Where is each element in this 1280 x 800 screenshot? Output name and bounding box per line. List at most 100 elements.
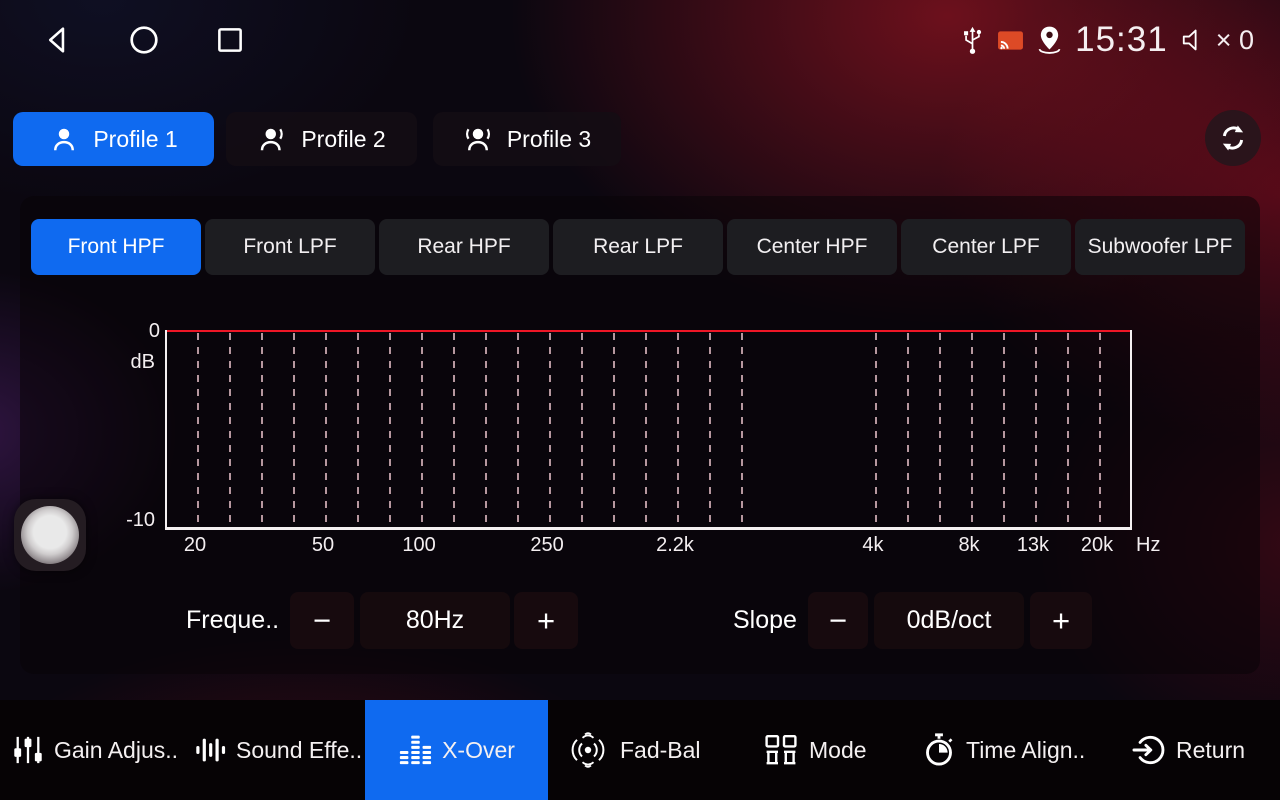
gridline bbox=[613, 333, 615, 527]
xover-equalizer-icon bbox=[398, 734, 432, 766]
frequency-value: 80Hz bbox=[360, 592, 510, 649]
tab-subwoofer-lpf[interactable]: Subwoofer LPF bbox=[1075, 219, 1245, 275]
time-align-stopwatch-icon bbox=[922, 732, 956, 768]
home-icon bbox=[126, 22, 162, 58]
x-tick-labels: 20501002502.2k4k8k13k20k bbox=[165, 534, 1128, 560]
person-2-icon bbox=[257, 124, 287, 154]
x-tick-label: 20 bbox=[184, 534, 206, 557]
profile-2-tab[interactable]: Profile 2 bbox=[226, 112, 417, 166]
gridline bbox=[875, 333, 877, 527]
response-curve bbox=[167, 330, 1130, 332]
slope-minus-button[interactable]: − bbox=[808, 592, 868, 649]
gridline bbox=[517, 333, 519, 527]
nav-return-label: Return bbox=[1176, 737, 1245, 764]
bottom-nav-bar: Gain Adjus.. Sound Effe.. X-Over bbox=[0, 700, 1280, 800]
head-unit-screen: 15:31 × 0 Profile 1 Profile 2 Profile 3 bbox=[0, 0, 1280, 800]
nav-xover-label: X-Over bbox=[442, 737, 515, 764]
gridline bbox=[1099, 333, 1101, 527]
fader-balance-icon bbox=[566, 731, 610, 769]
filter-tab-bar: Front HPF Front LPF Rear HPF Rear LPF Ce… bbox=[31, 219, 1245, 275]
sync-icon bbox=[1217, 122, 1249, 154]
gridline bbox=[357, 333, 359, 527]
nav-xover[interactable]: X-Over bbox=[365, 700, 548, 800]
nav-mode-label: Mode bbox=[809, 737, 867, 764]
x-tick-label: 50 bbox=[312, 534, 334, 557]
profile-3-label: Profile 3 bbox=[507, 126, 591, 153]
profile-2-label: Profile 2 bbox=[301, 126, 385, 153]
android-nav-buttons bbox=[0, 22, 248, 58]
nav-mode[interactable]: Mode bbox=[763, 700, 867, 800]
nav-sound-effect-label: Sound Effe.. bbox=[236, 737, 362, 764]
usb-icon bbox=[960, 25, 985, 55]
gridline bbox=[421, 333, 423, 527]
gain-sliders-icon bbox=[12, 733, 44, 767]
tab-rear-lpf[interactable]: Rear LPF bbox=[553, 219, 723, 275]
gridline bbox=[549, 333, 551, 527]
x-tick-label: 4k bbox=[862, 534, 883, 557]
profile-1-tab[interactable]: Profile 1 bbox=[13, 112, 214, 166]
nav-gain-adjust-label: Gain Adjus.. bbox=[54, 737, 178, 764]
knob-icon bbox=[21, 506, 79, 564]
gridline bbox=[197, 333, 199, 527]
tab-center-hpf[interactable]: Center HPF bbox=[727, 219, 897, 275]
profile-3-tab[interactable]: Profile 3 bbox=[433, 112, 621, 166]
gridline bbox=[261, 333, 263, 527]
sound-effect-icon bbox=[194, 735, 226, 765]
frequency-minus-button[interactable]: − bbox=[290, 592, 354, 649]
gridline bbox=[971, 333, 973, 527]
nav-fad-bal[interactable]: Fad-Bal bbox=[566, 700, 701, 800]
gridline bbox=[229, 333, 231, 527]
recents-button[interactable] bbox=[212, 22, 248, 58]
y-axis-unit: dB bbox=[115, 351, 155, 374]
nav-return[interactable]: Return bbox=[1132, 700, 1245, 800]
nav-sound-effect[interactable]: Sound Effe.. bbox=[194, 700, 362, 800]
x-axis-unit: Hz bbox=[1136, 534, 1160, 557]
gridline bbox=[1003, 333, 1005, 527]
home-button[interactable] bbox=[126, 22, 162, 58]
frequency-plus-button[interactable]: + bbox=[514, 592, 578, 649]
gridline bbox=[677, 333, 679, 527]
profile-1-label: Profile 1 bbox=[93, 126, 177, 153]
slope-value: 0dB/oct bbox=[874, 592, 1024, 649]
nav-time-align[interactable]: Time Align.. bbox=[922, 700, 1085, 800]
gridline bbox=[645, 333, 647, 527]
back-button[interactable] bbox=[40, 22, 76, 58]
volume-muted-icon[interactable] bbox=[1180, 27, 1208, 53]
mode-grid-icon bbox=[763, 733, 799, 767]
gridline bbox=[1035, 333, 1037, 527]
x-tick-label: 13k bbox=[1017, 534, 1049, 557]
plot-area[interactable] bbox=[165, 330, 1132, 530]
x-tick-label: 2.2k bbox=[656, 534, 694, 557]
nav-gain-adjust[interactable]: Gain Adjus.. bbox=[12, 700, 178, 800]
slope-label: Slope bbox=[733, 592, 797, 649]
tab-rear-hpf[interactable]: Rear HPF bbox=[379, 219, 549, 275]
back-icon bbox=[41, 23, 75, 57]
gridline bbox=[907, 333, 909, 527]
gridline bbox=[1067, 333, 1069, 527]
x-tick-label: 100 bbox=[402, 534, 435, 557]
clock: 15:31 bbox=[1075, 20, 1168, 60]
status-icons: 15:31 × 0 bbox=[960, 20, 1280, 60]
location-icon bbox=[1036, 25, 1063, 55]
tab-center-lpf[interactable]: Center LPF bbox=[901, 219, 1071, 275]
gridline bbox=[485, 333, 487, 527]
gridline bbox=[581, 333, 583, 527]
gridline bbox=[939, 333, 941, 527]
recents-icon bbox=[213, 23, 247, 57]
nav-fad-bal-label: Fad-Bal bbox=[620, 737, 701, 764]
status-bar: 15:31 × 0 bbox=[0, 0, 1280, 80]
volume-level: × 0 bbox=[1216, 25, 1254, 56]
tab-front-hpf[interactable]: Front HPF bbox=[31, 219, 201, 275]
tab-front-lpf[interactable]: Front LPF bbox=[205, 219, 375, 275]
cast-icon bbox=[997, 29, 1024, 52]
xover-panel: Front HPF Front LPF Rear HPF Rear LPF Ce… bbox=[20, 196, 1260, 674]
person-3-icon bbox=[463, 124, 493, 154]
floating-volume-knob[interactable] bbox=[14, 499, 86, 571]
frequency-label: Freque.. bbox=[186, 592, 279, 649]
slope-plus-button[interactable]: + bbox=[1030, 592, 1092, 649]
gridline bbox=[709, 333, 711, 527]
gridline bbox=[325, 333, 327, 527]
y-tick-0db: 0 bbox=[120, 320, 160, 343]
reset-button[interactable] bbox=[1205, 110, 1261, 166]
nav-time-align-label: Time Align.. bbox=[966, 737, 1085, 764]
